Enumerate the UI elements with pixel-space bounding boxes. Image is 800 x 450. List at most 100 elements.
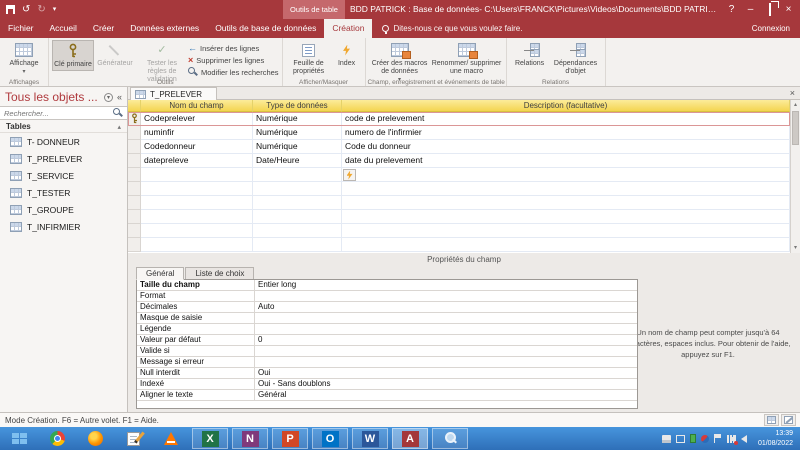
speaker-tray-icon[interactable] — [741, 435, 747, 443]
prop-value[interactable]: Entier long — [255, 280, 637, 290]
nav-item-t-donneur[interactable]: T- DONNEUR — [0, 133, 127, 150]
empty-field-row[interactable] — [128, 168, 790, 182]
affichage-button[interactable]: Affichage ▾ — [3, 40, 45, 77]
field-desc-cell[interactable]: code de prelevement — [342, 112, 790, 126]
field-type-cell[interactable] — [253, 182, 342, 196]
field-desc-cell[interactable] — [342, 182, 790, 196]
field-type-cell[interactable] — [253, 168, 342, 182]
tab-accueil[interactable]: Accueil — [42, 19, 85, 38]
row-selector[interactable] — [128, 126, 141, 140]
field-name-cell[interactable] — [141, 168, 253, 182]
taskbar-firefox[interactable] — [76, 427, 114, 450]
prop-row-format[interactable]: Format — [137, 291, 637, 302]
field-desc-cell[interactable] — [342, 210, 790, 224]
prop-row-valeur-defaut[interactable]: Valeur par défaut 0 — [137, 335, 637, 346]
field-desc-cell[interactable] — [342, 168, 790, 182]
field-type-cell[interactable] — [253, 238, 342, 252]
scroll-up-icon[interactable]: ▴ — [791, 100, 800, 110]
prop-row-legende[interactable]: Légende — [137, 324, 637, 335]
restore-button[interactable] — [760, 0, 779, 19]
field-desc-cell[interactable] — [342, 196, 790, 210]
search-input[interactable] — [4, 109, 113, 118]
primary-key-button[interactable]: Clé primaire — [52, 40, 94, 71]
field-type-cell[interactable]: Date/Heure — [253, 154, 342, 168]
prop-value[interactable]: Général — [255, 390, 637, 400]
taskbar-chrome[interactable] — [38, 427, 76, 450]
prop-row-taille[interactable]: Taille du champ Entier long — [137, 280, 637, 291]
tab-donnees-externes[interactable]: Données externes — [122, 19, 207, 38]
row-selector[interactable] — [128, 182, 141, 196]
row-selector[interactable] — [128, 196, 141, 210]
prop-value[interactable] — [255, 313, 637, 323]
nav-item-t-tester[interactable]: T_TESTER — [0, 184, 127, 201]
empty-field-row[interactable] — [128, 196, 790, 210]
field-type-cell[interactable] — [253, 224, 342, 238]
modify-lookups-button[interactable]: Modifier les recherches — [188, 67, 279, 77]
search-icon[interactable] — [113, 108, 123, 118]
rename-delete-macro-button[interactable]: Renommer/ supprimer une macro — [431, 40, 503, 77]
insert-rows-button[interactable]: ← Insérer des lignes — [188, 43, 279, 53]
taskbar-outlook[interactable]: O — [312, 428, 348, 449]
row-selector[interactable] — [128, 210, 141, 224]
field-desc-cell[interactable] — [342, 224, 790, 238]
row-selector[interactable] — [128, 112, 141, 126]
empty-field-row[interactable] — [128, 182, 790, 196]
customize-qat-icon[interactable]: ▾ — [53, 0, 57, 19]
taskbar-vlc[interactable] — [152, 427, 190, 450]
taskbar-access[interactable]: A — [392, 428, 428, 449]
property-update-options-icon[interactable] — [343, 169, 356, 181]
field-name-cell[interactable] — [141, 196, 253, 210]
row-selector[interactable] — [128, 238, 141, 252]
nav-group-tables[interactable]: Tables ▴ — [0, 120, 127, 133]
field-row-codedonneur[interactable]: Codedonneur Numérique Code du donneur — [128, 140, 790, 154]
nav-menu-icon[interactable]: ▾ — [104, 93, 113, 102]
prop-value[interactable] — [255, 346, 637, 356]
field-name-cell[interactable]: Codeprelever — [141, 112, 253, 126]
taskbar-word[interactable]: W — [352, 428, 388, 449]
field-row-numinfir[interactable]: numinfir Numérique numero de l'infirmier — [128, 126, 790, 140]
taskbar-excel[interactable]: X — [192, 428, 228, 449]
tab-fichier[interactable]: Fichier — [0, 19, 42, 38]
row-selector[interactable] — [128, 154, 141, 168]
prop-value[interactable]: Auto — [255, 302, 637, 312]
field-name-cell[interactable]: numinfir — [141, 126, 253, 140]
action-center-flag-icon[interactable] — [714, 434, 722, 443]
help-button[interactable]: ? — [722, 0, 741, 19]
prop-value[interactable] — [255, 291, 637, 301]
field-name-cell[interactable]: datepreleve — [141, 154, 253, 168]
prop-row-aligner[interactable]: Aligner le texte Général — [137, 390, 637, 401]
shutter-close-icon[interactable]: « — [117, 92, 122, 102]
field-type-cell[interactable] — [253, 210, 342, 224]
index-button[interactable]: Index — [332, 40, 362, 69]
tab-general[interactable]: Général — [136, 267, 184, 280]
field-type-cell[interactable]: Numérique — [253, 112, 342, 126]
field-desc-cell[interactable]: Code du donneur — [342, 140, 790, 154]
field-name-cell[interactable] — [141, 224, 253, 238]
document-tab-t-prelever[interactable]: T_PRELEVER — [130, 87, 217, 100]
tab-outils-bdd[interactable]: Outils de base de données — [207, 19, 324, 38]
prop-row-masque[interactable]: Masque de saisie — [137, 313, 637, 324]
empty-field-row[interactable] — [128, 224, 790, 238]
battery-tray-icon[interactable] — [690, 434, 696, 443]
generateur-button[interactable]: Générateur — [94, 40, 136, 69]
prop-row-message-erreur[interactable]: Message si erreur — [137, 357, 637, 368]
field-type-cell[interactable]: Numérique — [253, 140, 342, 154]
undo-icon[interactable]: ↺ — [22, 0, 30, 19]
empty-field-row[interactable] — [128, 210, 790, 224]
prop-value[interactable]: 0 — [255, 335, 637, 345]
datasheet-view-button[interactable] — [764, 414, 779, 426]
taskbar-powerpoint[interactable]: P — [272, 428, 308, 449]
close-button[interactable]: × — [779, 0, 798, 19]
prop-row-valide-si[interactable]: Valide si — [137, 346, 637, 357]
field-desc-cell[interactable] — [342, 238, 790, 252]
field-row-datepreleve[interactable]: datepreleve Date/Heure date du preleveme… — [128, 154, 790, 168]
nav-item-t-prelever[interactable]: T_PRELEVER — [0, 150, 127, 167]
close-document-icon[interactable]: × — [790, 87, 795, 100]
row-selector[interactable] — [128, 224, 141, 238]
tab-creer[interactable]: Créer — [85, 19, 122, 38]
field-type-cell[interactable]: Numérique — [253, 126, 342, 140]
prop-row-decimales[interactable]: Décimales Auto — [137, 302, 637, 313]
field-name-cell[interactable] — [141, 210, 253, 224]
minimize-button[interactable]: – — [741, 0, 760, 19]
scroll-down-icon[interactable]: ▾ — [791, 243, 800, 253]
